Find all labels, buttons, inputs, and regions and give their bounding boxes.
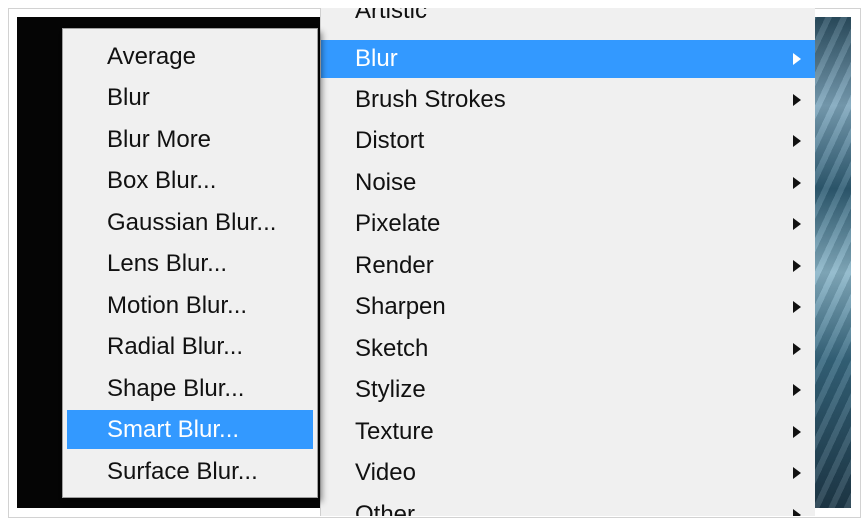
submenu-item-label: Average xyxy=(107,43,196,70)
chevron-right-icon xyxy=(793,177,801,189)
chevron-right-icon xyxy=(793,218,801,230)
submenu-item-smart-blur[interactable]: Smart Blur... xyxy=(67,410,313,449)
menu-item-blur[interactable]: Blur xyxy=(321,40,815,78)
submenu-item-label: Surface Blur... xyxy=(107,458,258,485)
submenu-item-label: Box Blur... xyxy=(107,167,217,194)
menu-item-render[interactable]: Render xyxy=(321,247,815,285)
menu-item-label: Sharpen xyxy=(355,293,446,320)
submenu-item-surface-blur[interactable]: Surface Blur... xyxy=(63,452,317,491)
chevron-right-icon xyxy=(793,94,801,106)
submenu-item-blur-more[interactable]: Blur More xyxy=(63,120,317,159)
menu-item-label: Blur xyxy=(355,45,398,72)
menu-item-label: Distort xyxy=(355,127,425,154)
menu-item-label: Pixelate xyxy=(355,210,441,237)
menu-item-texture[interactable]: Texture xyxy=(321,413,815,451)
submenu-item-label: Gaussian Blur... xyxy=(107,209,277,236)
submenu-item-label: Shape Blur... xyxy=(107,375,245,402)
submenu-item-label: Blur More xyxy=(107,126,212,153)
submenu-item-label: Blur xyxy=(107,84,150,111)
submenu-item-box-blur[interactable]: Box Blur... xyxy=(63,161,317,200)
menu-item-brush-strokes[interactable]: Brush Strokes xyxy=(321,81,815,119)
submenu-item-blur[interactable]: Blur xyxy=(63,78,317,117)
menu-item-other[interactable]: Other xyxy=(321,496,815,516)
submenu-item-label: Smart Blur... xyxy=(107,416,240,443)
chevron-right-icon xyxy=(793,260,801,272)
chevron-right-icon xyxy=(793,509,801,516)
menu-item-label: Render xyxy=(355,252,434,279)
chevron-right-icon xyxy=(793,467,801,479)
submenu-item-label: Motion Blur... xyxy=(107,292,248,319)
menu-item-label: Texture xyxy=(355,418,434,445)
chevron-right-icon xyxy=(793,301,801,313)
chevron-right-icon xyxy=(793,53,801,65)
menu-item-label: Video xyxy=(355,459,416,486)
blur-submenu: Average Blur Blur More Box Blur... Gauss… xyxy=(62,28,318,498)
submenu-item-gaussian-blur[interactable]: Gaussian Blur... xyxy=(63,203,317,242)
menu-item-video[interactable]: Video xyxy=(321,454,815,492)
menu-item-pixelate[interactable]: Pixelate xyxy=(321,205,815,243)
chevron-right-icon xyxy=(793,343,801,355)
chevron-right-icon xyxy=(793,135,801,147)
menu-item-sketch[interactable]: Sketch xyxy=(321,330,815,368)
menu-item-label: Stylize xyxy=(355,376,426,403)
submenu-item-label: Lens Blur... xyxy=(107,250,228,277)
submenu-item-average[interactable]: Average xyxy=(63,37,317,76)
menu-item-label: Brush Strokes xyxy=(355,86,506,113)
chevron-right-icon xyxy=(793,426,801,438)
submenu-item-shape-blur[interactable]: Shape Blur... xyxy=(63,369,317,408)
image-preview xyxy=(810,17,851,508)
menu-item-label: Sketch xyxy=(355,335,429,362)
submenu-item-motion-blur[interactable]: Motion Blur... xyxy=(63,286,317,325)
submenu-item-radial-blur[interactable]: Radial Blur... xyxy=(63,327,317,366)
submenu-item-label: Radial Blur... xyxy=(107,333,244,360)
chevron-right-icon xyxy=(793,384,801,396)
menu-item-artistic[interactable]: Artistic xyxy=(355,8,427,20)
menu-item-stylize[interactable]: Stylize xyxy=(321,371,815,409)
menu-item-distort[interactable]: Distort xyxy=(321,122,815,160)
menu-item-noise[interactable]: Noise xyxy=(321,164,815,202)
menu-item-label: Other xyxy=(355,501,416,516)
menu-item-label: Noise xyxy=(355,169,417,196)
submenu-item-lens-blur[interactable]: Lens Blur... xyxy=(63,244,317,283)
filter-menu: Artistic Blur Brush Strokes Distort Nois… xyxy=(320,8,815,516)
menu-item-sharpen[interactable]: Sharpen xyxy=(321,288,815,326)
